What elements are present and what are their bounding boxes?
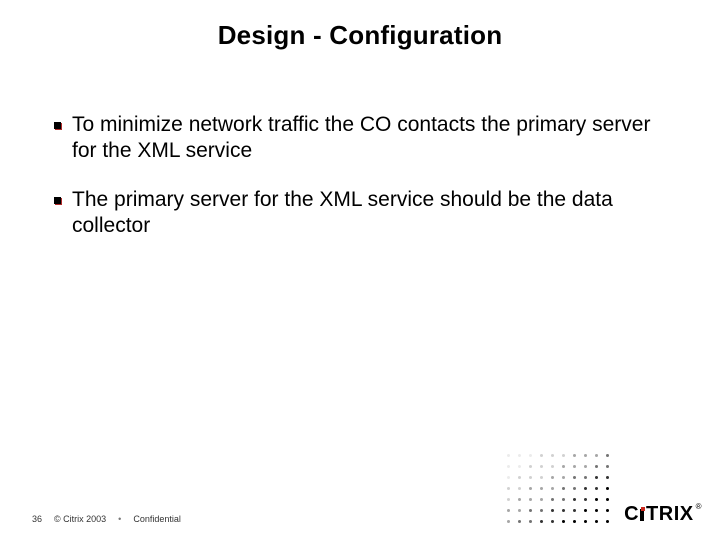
logo-text-post: TRIX (646, 503, 694, 526)
slide-title: Design - Configuration (0, 20, 720, 51)
logo-i-icon (639, 503, 646, 526)
brand-area: C TRIX ® (505, 452, 702, 526)
bullet-list: To minimize network traffic the CO conta… (54, 112, 680, 261)
slide: Design - Configuration To minimize netwo… (0, 0, 720, 540)
bullet-icon (54, 197, 62, 205)
bullet-text: The primary server for the XML service s… (72, 187, 680, 240)
bullet-icon (54, 122, 62, 130)
citrix-logo: C TRIX ® (624, 503, 702, 526)
footer-copyright: © Citrix 2003 (54, 514, 106, 524)
list-item: To minimize network traffic the CO conta… (54, 112, 680, 165)
bullet-text: To minimize network traffic the CO conta… (72, 112, 680, 165)
separator-icon: • (118, 514, 121, 524)
footer: 36 © Citrix 2003 • Confidential (32, 514, 181, 524)
dot-grid-icon (505, 452, 610, 524)
registered-icon: ® (696, 502, 702, 511)
footer-confidential: Confidential (133, 514, 181, 524)
logo-text-pre: C (624, 503, 639, 526)
page-number: 36 (32, 514, 42, 524)
list-item: The primary server for the XML service s… (54, 187, 680, 240)
